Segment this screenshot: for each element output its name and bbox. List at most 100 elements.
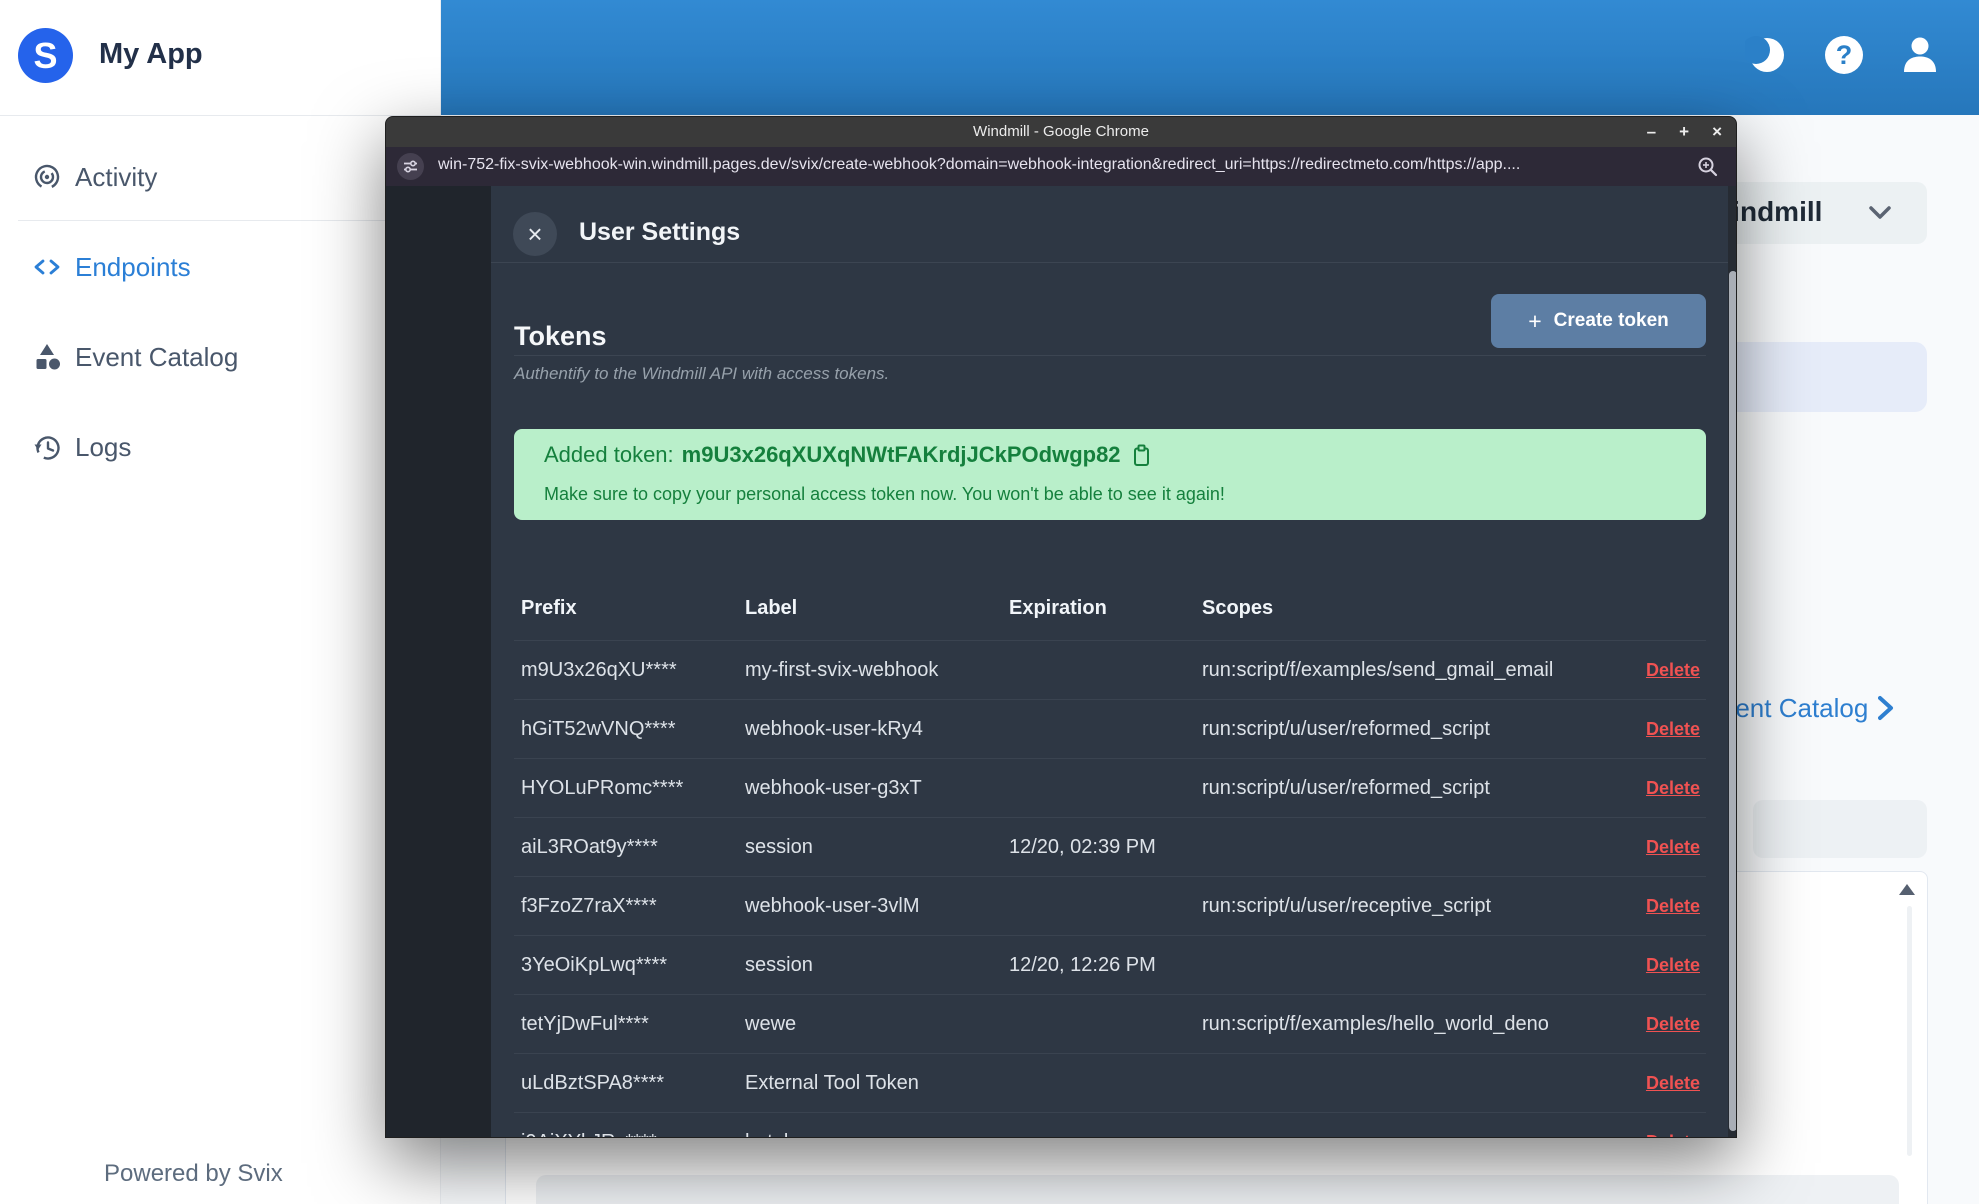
divider [18,220,441,221]
token-warning-note: Make sure to copy your personal access t… [544,484,1225,504]
token-scopes: run:script/f/examples/send_gmail_email [1202,658,1554,681]
window-minimize-button[interactable]: – [1647,117,1656,147]
sidebar: S My App Activity Endpoints Event Catalo… [0,0,441,1204]
user-settings-drawer: × User Settings Tokens + Create token Au… [491,186,1728,1138]
browser-scrollbar [1728,186,1736,1137]
sidebar-item-label: Event Catalog [75,341,239,372]
create-token-label: Create token [1553,310,1669,331]
drawer-body: Tokens + Create token Authentify to the … [491,263,1728,1138]
token-expiration: 12/20, 12:26 PM [1009,953,1156,976]
sidebar-item-endpoints[interactable]: Endpoints [0,239,441,295]
sidebar-item-label: Endpoints [75,251,191,282]
sidebar-item-label: Logs [75,431,132,462]
moon-icon[interactable] [1745,33,1789,77]
app-name: My App [99,38,203,70]
table-row: i9AiXYkJRs**** hotel Delete [514,1113,1706,1138]
token-prefix: HYOLuPRomc**** [521,776,684,799]
delete-token-link[interactable]: Delete [1646,1132,1700,1138]
help-icon[interactable]: ? [1822,33,1866,77]
token-label: session [745,953,813,976]
chevron-down-icon [1869,206,1891,219]
browser-address-bar: win-752-fix-svix-webhook-win.windmill.pa… [386,147,1736,186]
added-token-value: m9U3x26qXUXqNWtFAKrdjJCkPOdwgp82 [681,442,1121,467]
scroll-up-arrow-icon[interactable] [1899,884,1915,895]
window-maximize-button[interactable]: + [1679,117,1689,147]
tokens-table: Prefix Label Expiration Scopes m9U3x26qX… [514,576,1706,1138]
code-brackets-icon [34,259,60,275]
divider [514,355,1706,356]
delete-token-link[interactable]: Delete [1646,778,1700,798]
token-scopes: run:script/u/user/receptive_script [1202,894,1492,917]
sidebar-item-event-catalog[interactable]: Event Catalog [0,329,441,385]
table-row: aiL3ROat9y**** session 12/20, 02:39 PM D… [514,818,1706,877]
token-prefix: aiL3ROat9y**** [521,835,658,858]
token-scopes: run:script/u/user/reformed_script [1202,776,1490,799]
table-row: HYOLuPRomc**** webhook-user-g3xT run:scr… [514,759,1706,818]
create-token-button[interactable]: + Create token [1491,294,1706,348]
table-row: m9U3x26qXU**** my-first-svix-webhook run… [514,641,1706,700]
delete-token-link[interactable]: Delete [1646,837,1700,857]
col-scopes: Scopes [1202,596,1274,619]
col-label: Label [745,596,798,619]
sidebar-item-activity[interactable]: Activity [0,149,441,205]
token-prefix: tetYjDwFul**** [521,1012,649,1035]
site-settings-icon[interactable] [397,153,424,180]
tokens-subtitle: Authentify to the Windmill API with acce… [514,364,890,383]
svg-text:?: ? [1836,40,1853,70]
background-panel [1753,800,1927,858]
token-expiration: 12/20, 02:39 PM [1009,835,1156,858]
col-expiration: Expiration [1009,596,1107,619]
token-label: session [745,835,813,858]
clipboard-copy-icon[interactable] [1133,444,1152,467]
col-prefix: Prefix [521,596,577,619]
chrome-window: Windmill - Google Chrome – + × win-752-f… [385,116,1737,1138]
added-token-label: Added token: [544,442,674,467]
card-scrollbar-track[interactable] [1907,906,1912,1156]
token-label: webhook-user-g3xT [745,776,922,799]
chevron-right-icon [1878,696,1894,720]
sidebar-item-label: Activity [75,161,158,192]
token-prefix: i9AiXYkJRs**** [521,1131,745,1138]
window-titlebar[interactable]: Windmill - Google Chrome – + × [386,117,1736,147]
delete-token-link[interactable]: Delete [1646,1014,1700,1034]
window-close-button[interactable]: × [1712,117,1722,147]
delete-token-link[interactable]: Delete [1646,1073,1700,1093]
powered-by-svix: Powered by Svix [104,1160,283,1187]
browser-scrollbar-thumb[interactable] [1729,271,1736,1131]
drawer-title: User Settings [579,218,741,246]
table-row: uLdBztSPA8**** External Tool Token Delet… [514,1054,1706,1113]
svix-logo: S [18,28,73,83]
activity-icon [34,164,60,190]
token-label: webhook-user-3vlM [745,894,920,917]
url-text[interactable]: win-752-fix-svix-webhook-win.windmill.pa… [438,156,1688,174]
delete-token-link[interactable]: Delete [1646,955,1700,975]
table-row: hGiT52wVNQ**** webhook-user-kRy4 run:scr… [514,700,1706,759]
top-bar: ? [441,0,1979,115]
zoom-icon[interactable] [1697,156,1718,177]
token-prefix: f3FzoZ7raX**** [521,894,657,917]
shapes-icon [36,344,60,370]
drawer-header: × User Settings [491,186,1728,263]
token-label: External Tool Token [745,1071,919,1094]
token-prefix: hGiT52wVNQ**** [521,717,676,740]
token-prefix: m9U3x26qXU**** [521,658,677,681]
token-prefix: uLdBztSPA8**** [521,1071,665,1094]
token-label: my-first-svix-webhook [745,658,939,681]
added-token-banner: Added token: m9U3x26qXUXqNWtFAKrdjJCkPOd… [514,429,1706,520]
divider [0,115,441,116]
token-label: hotel [745,1131,1009,1138]
user-icon[interactable] [1898,33,1942,77]
plus-icon: + [1528,307,1542,334]
tokens-heading: Tokens [514,321,607,351]
page-content: × User Settings Tokens + Create token Au… [386,186,1736,1138]
sidebar-item-logs[interactable]: Logs [0,419,441,475]
delete-token-link[interactable]: Delete [1646,660,1700,680]
table-row: 3YeOiKpLwq**** session 12/20, 12:26 PM D… [514,936,1706,995]
delete-token-link[interactable]: Delete [1646,719,1700,739]
token-scopes: run:script/u/user/reformed_script [1202,717,1490,740]
close-icon[interactable]: × [513,212,557,256]
token-prefix: 3YeOiKpLwq**** [521,953,668,976]
delete-token-link[interactable]: Delete [1646,896,1700,916]
table-row: f3FzoZ7raX**** webhook-user-3vlM run:scr… [514,877,1706,936]
history-clock-icon [34,436,60,460]
